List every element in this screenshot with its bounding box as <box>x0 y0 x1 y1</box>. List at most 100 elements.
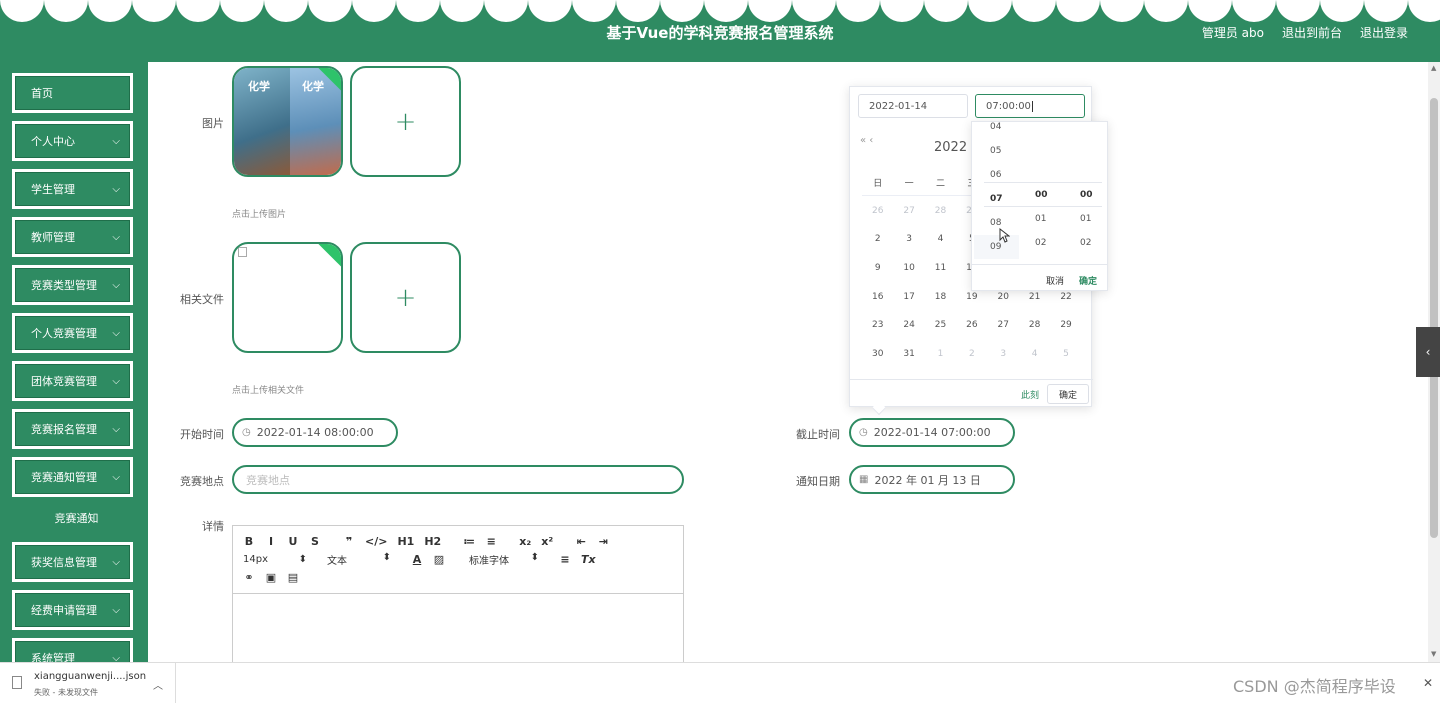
sidebar-item[interactable]: 团体竞赛管理 ⌵ <box>12 361 133 401</box>
calendar-day[interactable]: 4 <box>1019 349 1050 359</box>
prev-year-month-icon[interactable]: « ‹ <box>860 135 873 146</box>
editor-format-button[interactable]: S <box>309 535 321 548</box>
close-icon[interactable]: ✕ <box>1423 676 1433 690</box>
font-size-select[interactable]: 14px ⬍ <box>243 554 307 565</box>
editor-format-button[interactable]: I <box>265 535 277 548</box>
editor-format-button[interactable]: x² <box>541 535 553 548</box>
calendar-day[interactable]: 11 <box>925 263 956 273</box>
clear-format-icon[interactable]: Tx <box>581 553 596 566</box>
calendar-day[interactable]: 28 <box>1019 320 1050 330</box>
calendar-day[interactable]: 19 <box>956 292 987 302</box>
hours-column[interactable]: 04 05 06 07 08 09 <box>974 122 1019 259</box>
time-option[interactable]: 02 <box>1064 231 1107 255</box>
editor-format-button[interactable]: H1 <box>397 535 414 548</box>
calendar-day[interactable]: 2 <box>956 349 987 359</box>
editor-format-button[interactable]: B <box>243 535 255 548</box>
time-option[interactable]: 02 <box>1019 231 1064 255</box>
calendar-day[interactable]: 16 <box>862 292 893 302</box>
font-family-select[interactable]: 标准字体 ⬍ <box>469 552 539 567</box>
editor-format-button[interactable]: H2 <box>424 535 441 548</box>
calendar-day[interactable]: 20 <box>988 292 1019 302</box>
editor-format-button[interactable]: U <box>287 535 299 548</box>
editor-format-button[interactable]: ❞ <box>343 535 355 548</box>
calendar-day[interactable]: 22 <box>1050 292 1081 302</box>
scroll-up-icon[interactable]: ▲ <box>1431 64 1436 72</box>
chevron-up-icon[interactable]: ︿ <box>153 677 163 692</box>
text-style-select[interactable]: 文本 ⬍ <box>327 552 391 567</box>
calendar-day[interactable]: 3 <box>988 349 1019 359</box>
sidebar-item[interactable]: 教师管理 ⌵ <box>12 217 133 257</box>
time-option[interactable]: 00 <box>1019 183 1064 207</box>
calendar-day[interactable]: 3 <box>893 234 924 244</box>
admin-user-link[interactable]: 管理员 abo <box>1202 24 1264 41</box>
calendar-day[interactable]: 31 <box>893 349 924 359</box>
sidebar-item[interactable]: 系统管理 ⌵ <box>12 638 133 662</box>
sidebar-item[interactable]: 个人中心 ⌵ <box>12 121 133 161</box>
minutes-column[interactable]: 00 01 02 <box>1019 183 1064 255</box>
calendar-day[interactable]: 5 <box>1050 349 1081 359</box>
picker-time-input[interactable]: 07:00:00 <box>975 94 1085 118</box>
video-icon[interactable]: ▤ <box>287 571 299 584</box>
calendar-day[interactable]: 29 <box>1050 320 1081 330</box>
end-time-input[interactable]: ◷ 2022-01-14 07:00:00 <box>849 418 1015 447</box>
link-icon[interactable]: ⚭ <box>243 571 255 584</box>
collapse-side-tab[interactable]: ‹ <box>1416 327 1440 377</box>
time-cancel-button[interactable]: 取消 <box>1046 274 1064 287</box>
time-option[interactable]: 08 <box>974 211 1019 235</box>
time-option[interactable]: 00 <box>1064 183 1107 207</box>
uploaded-file-thumbnail[interactable] <box>232 242 343 353</box>
sidebar-item[interactable]: 获奖信息管理 ⌵ <box>12 542 133 582</box>
location-input[interactable]: 竞赛地点 <box>232 465 684 494</box>
back-to-front-link[interactable]: 退出到前台 <box>1282 24 1342 41</box>
calendar-day[interactable]: 4 <box>925 234 956 244</box>
download-item[interactable]: xiangguanwenji....json 失败 - 未发现文件 ︿ <box>0 663 176 703</box>
logout-link[interactable]: 退出登录 <box>1360 24 1408 41</box>
calendar-day[interactable]: 27 <box>893 206 924 216</box>
calendar-day[interactable]: 1 <box>925 349 956 359</box>
editor-format-button[interactable]: ⇥ <box>597 535 609 548</box>
seconds-column[interactable]: 00 01 02 <box>1064 183 1107 255</box>
calendar-day[interactable]: 21 <box>1019 292 1050 302</box>
calendar-day[interactable]: 28 <box>925 206 956 216</box>
sidebar-item[interactable]: 竞赛通知管理 ⌵ <box>12 457 133 497</box>
font-color-icon[interactable]: A <box>411 553 423 566</box>
sidebar-item[interactable]: 个人竞赛管理 ⌵ <box>12 313 133 353</box>
align-icon[interactable]: ≡ <box>559 553 571 566</box>
calendar-day[interactable]: 25 <box>925 320 956 330</box>
sidebar-subitem[interactable]: 竞赛通知 <box>20 502 133 534</box>
calendar-day[interactable]: 9 <box>862 263 893 273</box>
calendar-day[interactable]: 26 <box>956 320 987 330</box>
calendar-day[interactable]: 27 <box>988 320 1019 330</box>
time-option[interactable]: 05 <box>974 139 1019 163</box>
editor-format-button[interactable]: </> <box>365 535 387 548</box>
time-option[interactable]: 06 <box>974 163 1019 187</box>
time-option[interactable]: 09 <box>974 235 1019 259</box>
sidebar-item[interactable]: 学生管理 ⌵ <box>12 169 133 209</box>
sidebar-item[interactable]: 竞赛报名管理 ⌵ <box>12 409 133 449</box>
calendar-day[interactable]: 10 <box>893 263 924 273</box>
time-option[interactable]: 07 <box>974 187 1019 211</box>
scrollbar-thumb[interactable] <box>1430 98 1438 538</box>
calendar-day[interactable]: 17 <box>893 292 924 302</box>
picker-confirm-button[interactable]: 确定 <box>1047 384 1089 404</box>
picker-date-input[interactable]: 2022-01-14 <box>858 94 968 118</box>
editor-content-area[interactable] <box>233 594 683 670</box>
calendar-day[interactable]: 18 <box>925 292 956 302</box>
editor-format-button[interactable]: x₂ <box>519 535 531 548</box>
background-color-icon[interactable]: ▨ <box>433 553 445 566</box>
calendar-day[interactable]: 2 <box>862 234 893 244</box>
sidebar-item[interactable]: 竞赛类型管理 ⌵ <box>12 265 133 305</box>
sidebar-item[interactable]: 首页 <box>12 73 133 113</box>
time-option[interactable]: 01 <box>1064 207 1107 231</box>
editor-format-button[interactable]: ≡ <box>485 535 497 548</box>
editor-format-button[interactable]: ≔ <box>463 535 475 548</box>
sidebar-item[interactable]: 经费申请管理 ⌵ <box>12 590 133 630</box>
uploaded-image-thumbnail[interactable]: 化学 化学 <box>232 66 343 177</box>
editor-format-button[interactable]: ⇤ <box>575 535 587 548</box>
time-option[interactable]: 04 <box>974 122 1019 139</box>
calendar-day[interactable]: 24 <box>893 320 924 330</box>
time-confirm-button[interactable]: 确定 <box>1079 274 1097 287</box>
add-image-button[interactable]: + <box>350 66 461 177</box>
scroll-down-icon[interactable]: ▼ <box>1431 650 1436 658</box>
notify-date-input[interactable]: ▦ 2022 年 01 月 13 日 <box>849 465 1015 494</box>
